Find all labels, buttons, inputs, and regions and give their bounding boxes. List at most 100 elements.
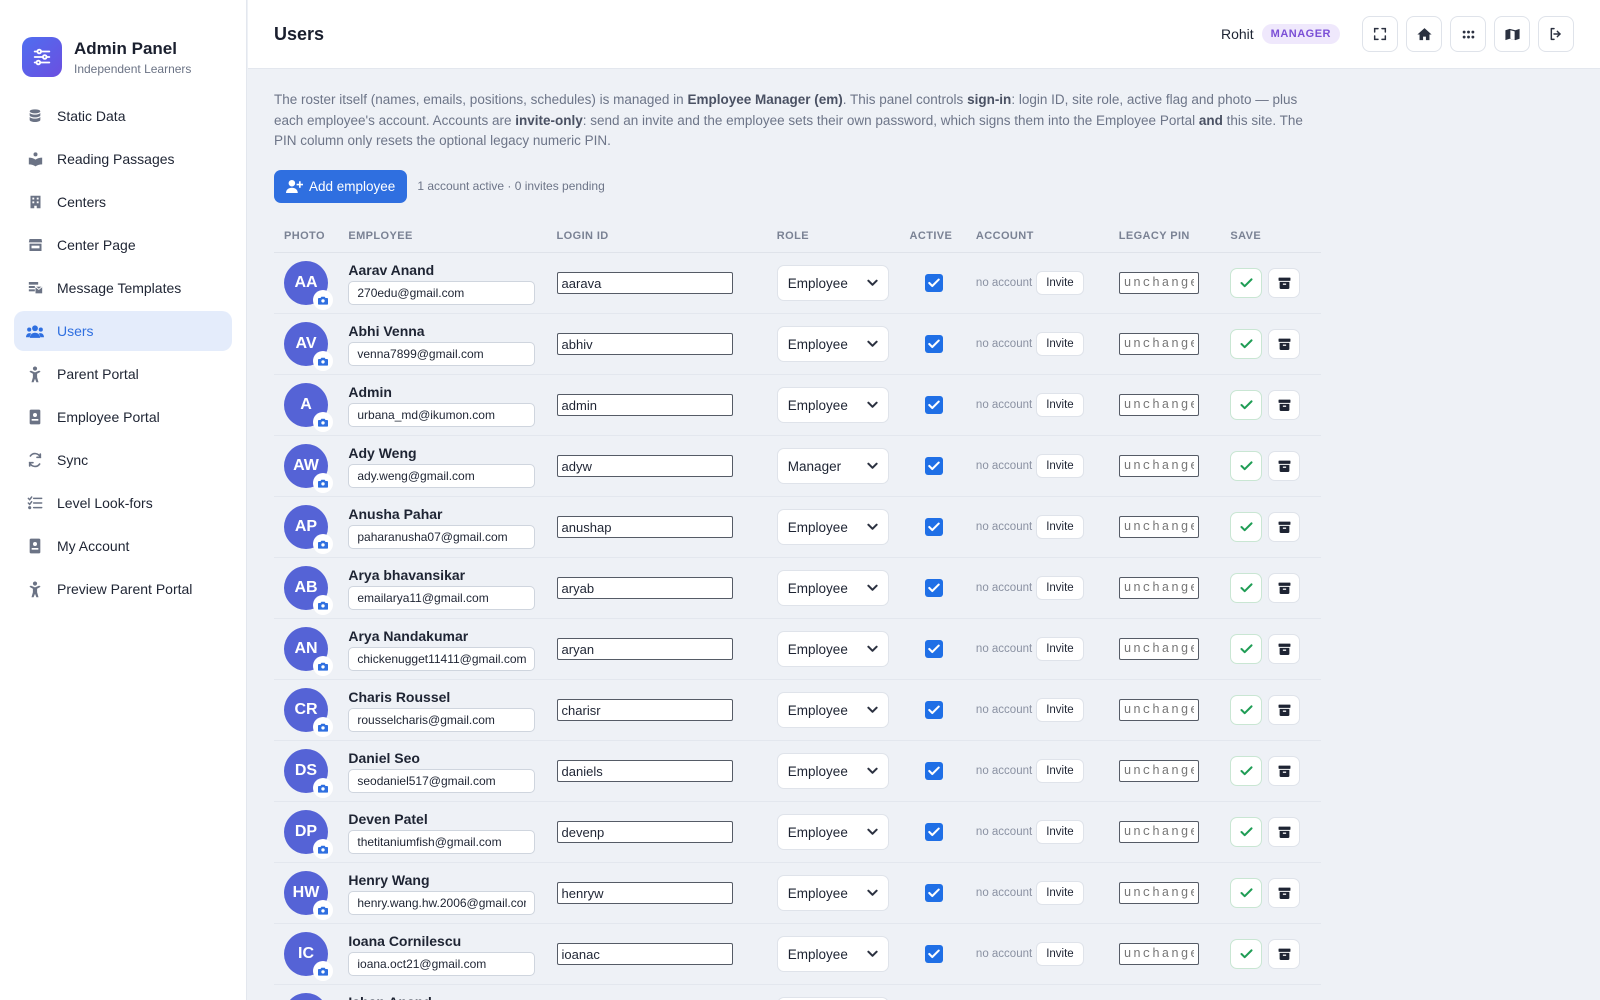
archive-button[interactable] xyxy=(1268,268,1301,298)
save-button[interactable] xyxy=(1230,268,1263,298)
sidebar-item-level-look-fors[interactable]: Level Look-fors xyxy=(14,483,232,523)
legacy-pin-field[interactable] xyxy=(1118,455,1199,477)
role-select[interactable]: Employee xyxy=(776,387,889,423)
camera-icon[interactable] xyxy=(313,961,333,981)
avatar[interactable]: IC xyxy=(284,932,333,981)
email-field[interactable] xyxy=(348,280,536,305)
invite-button[interactable]: Invite xyxy=(1036,271,1084,295)
sidebar-item-static-data[interactable]: Static Data xyxy=(14,96,232,136)
active-checkbox[interactable] xyxy=(924,823,943,841)
email-field[interactable] xyxy=(348,829,536,854)
avatar[interactable]: AA xyxy=(284,261,333,310)
email-field[interactable] xyxy=(348,524,536,549)
avatar[interactable]: DS xyxy=(284,749,333,798)
avatar[interactable]: AW xyxy=(284,444,333,493)
archive-button[interactable] xyxy=(1268,878,1301,908)
archive-button[interactable] xyxy=(1268,939,1301,969)
sidebar-item-preview-parent-portal[interactable]: Preview Parent Portal xyxy=(14,569,232,609)
save-button[interactable] xyxy=(1230,634,1263,664)
sidebar-item-my-account[interactable]: My Account xyxy=(14,526,232,566)
role-select[interactable]: Employee xyxy=(776,814,889,850)
legacy-pin-field[interactable] xyxy=(1118,760,1199,782)
camera-icon[interactable] xyxy=(313,717,333,737)
email-field[interactable] xyxy=(348,646,536,671)
invite-button[interactable]: Invite xyxy=(1036,637,1084,661)
apps-grid-button[interactable] xyxy=(1450,16,1486,52)
sidebar-item-sync[interactable]: Sync xyxy=(14,440,232,480)
role-select[interactable]: Employee xyxy=(776,753,889,789)
invite-button[interactable]: Invite xyxy=(1036,759,1084,783)
camera-icon[interactable] xyxy=(313,595,333,615)
invite-button[interactable]: Invite xyxy=(1036,515,1084,539)
login-id-field[interactable] xyxy=(556,943,733,965)
invite-button[interactable]: Invite xyxy=(1036,454,1084,478)
sidebar-item-reading-passages[interactable]: Reading Passages xyxy=(14,139,232,179)
login-id-field[interactable] xyxy=(556,455,733,477)
avatar[interactable]: AN xyxy=(284,627,333,676)
active-checkbox[interactable] xyxy=(924,701,943,719)
save-button[interactable] xyxy=(1230,939,1263,969)
legacy-pin-field[interactable] xyxy=(1118,821,1199,843)
active-checkbox[interactable] xyxy=(924,579,943,597)
invite-button[interactable]: Invite xyxy=(1036,942,1084,966)
sidebar-item-message-templates[interactable]: Message Templates xyxy=(14,268,232,308)
active-checkbox[interactable] xyxy=(924,396,943,414)
legacy-pin-field[interactable] xyxy=(1118,394,1199,416)
archive-button[interactable] xyxy=(1268,329,1301,359)
fullscreen-button[interactable] xyxy=(1362,16,1398,52)
avatar[interactable]: AB xyxy=(284,566,333,615)
role-select[interactable]: Employee xyxy=(776,631,889,667)
archive-button[interactable] xyxy=(1268,451,1301,481)
camera-icon[interactable] xyxy=(313,839,333,859)
save-button[interactable] xyxy=(1230,573,1263,603)
avatar[interactable]: AV xyxy=(284,322,333,371)
archive-button[interactable] xyxy=(1268,390,1301,420)
legacy-pin-field[interactable] xyxy=(1118,577,1199,599)
map-button[interactable] xyxy=(1494,16,1530,52)
email-field[interactable] xyxy=(348,951,536,976)
email-field[interactable] xyxy=(348,890,536,915)
save-button[interactable] xyxy=(1230,695,1263,725)
camera-icon[interactable] xyxy=(313,534,333,554)
home-button[interactable] xyxy=(1406,16,1442,52)
email-field[interactable] xyxy=(348,768,536,793)
sidebar-item-users[interactable]: Users xyxy=(14,311,232,351)
save-button[interactable] xyxy=(1230,512,1263,542)
save-button[interactable] xyxy=(1230,390,1263,420)
archive-button[interactable] xyxy=(1268,512,1301,542)
active-checkbox[interactable] xyxy=(924,884,943,902)
invite-button[interactable]: Invite xyxy=(1036,698,1084,722)
legacy-pin-field[interactable] xyxy=(1118,943,1199,965)
save-button[interactable] xyxy=(1230,451,1263,481)
active-checkbox[interactable] xyxy=(924,945,943,963)
login-id-field[interactable] xyxy=(556,638,733,660)
login-id-field[interactable] xyxy=(556,272,733,294)
camera-icon[interactable] xyxy=(313,656,333,676)
role-select[interactable]: Employee xyxy=(776,265,889,301)
camera-icon[interactable] xyxy=(313,473,333,493)
login-id-field[interactable] xyxy=(556,882,733,904)
login-id-field[interactable] xyxy=(556,577,733,599)
email-field[interactable] xyxy=(348,463,536,488)
active-checkbox[interactable] xyxy=(924,335,943,353)
legacy-pin-field[interactable] xyxy=(1118,333,1199,355)
invite-button[interactable]: Invite xyxy=(1036,881,1084,905)
role-select[interactable]: Employee xyxy=(776,692,889,728)
camera-icon[interactable] xyxy=(313,778,333,798)
camera-icon[interactable] xyxy=(313,900,333,920)
invite-button[interactable]: Invite xyxy=(1036,332,1084,356)
role-select[interactable]: Employee xyxy=(776,326,889,362)
role-select[interactable]: Employee xyxy=(776,875,889,911)
sidebar-item-employee-portal[interactable]: Employee Portal xyxy=(14,397,232,437)
active-checkbox[interactable] xyxy=(924,762,943,780)
save-button[interactable] xyxy=(1230,329,1263,359)
active-checkbox[interactable] xyxy=(924,518,943,536)
login-id-field[interactable] xyxy=(556,760,733,782)
save-button[interactable] xyxy=(1230,756,1263,786)
login-id-field[interactable] xyxy=(556,821,733,843)
legacy-pin-field[interactable] xyxy=(1118,638,1199,660)
archive-button[interactable] xyxy=(1268,573,1301,603)
avatar[interactable]: AP xyxy=(284,505,333,554)
legacy-pin-field[interactable] xyxy=(1118,272,1199,294)
active-checkbox[interactable] xyxy=(924,457,943,475)
